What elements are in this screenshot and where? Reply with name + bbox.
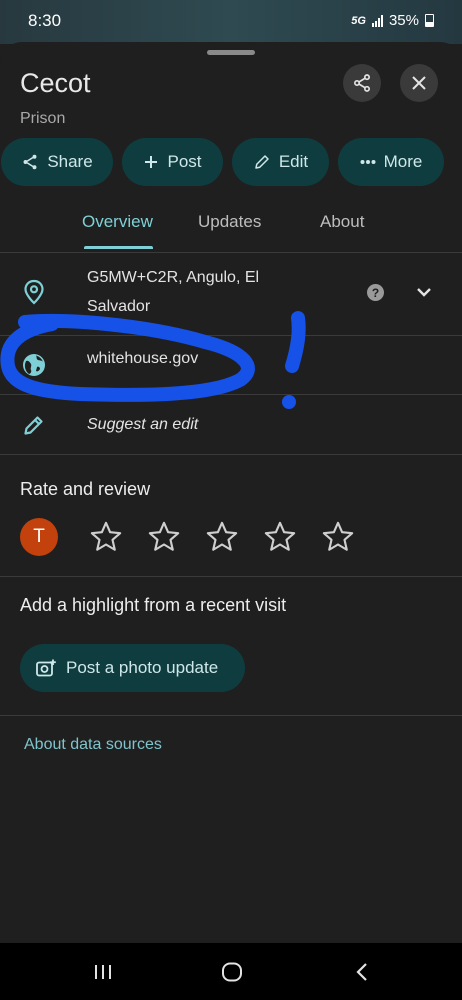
tab-about[interactable]: About (320, 212, 364, 232)
place-category: Prison (20, 110, 66, 127)
chevron-down-icon[interactable] (416, 287, 432, 298)
active-tab-indicator (84, 246, 153, 249)
star-icon[interactable] (89, 520, 123, 554)
divider (0, 715, 462, 716)
status-time: 8:30 (28, 11, 62, 30)
back-icon (356, 963, 367, 981)
tab-overview[interactable]: Overview (82, 212, 153, 232)
post-button[interactable]: Post (122, 138, 223, 186)
website-link[interactable]: whitehouse.gov (87, 344, 198, 373)
address-line-1: G5MW+C2R, Angulo, El (87, 269, 260, 286)
divider (0, 454, 462, 455)
pencil-icon (24, 416, 43, 435)
tab-bar: Overview Updates About (0, 202, 462, 253)
drag-handle[interactable] (207, 50, 255, 55)
battery-icon (425, 14, 434, 27)
globe-icon (23, 354, 45, 376)
share-icon (23, 154, 37, 170)
suggest-edit-text: Suggest an edit (87, 416, 199, 433)
place-title: Cecot (20, 68, 91, 98)
close-button[interactable] (400, 64, 438, 102)
add-photo-icon (36, 659, 56, 677)
share-button-label: Share (47, 152, 93, 171)
avatar[interactable]: T (20, 518, 58, 556)
share-icon (354, 74, 370, 92)
battery-percent: 35% (388, 12, 419, 29)
star-icon[interactable] (147, 520, 181, 554)
post-button-label: Post (167, 152, 202, 171)
recents-icon (95, 965, 111, 979)
plus-icon (145, 156, 158, 168)
tab-updates[interactable]: Updates (198, 212, 261, 232)
status-indicators: 5G 35% (351, 12, 434, 29)
suggest-edit-row[interactable]: Suggest an edit (0, 395, 462, 453)
star-icon[interactable] (321, 520, 355, 554)
website-row[interactable]: whitehouse.gov (0, 336, 462, 394)
address-row[interactable]: G5MW+C2R, Angulo, El Salvador ? (0, 253, 462, 336)
address-line-2: Salvador (87, 298, 151, 315)
edit-button[interactable]: Edit (232, 138, 329, 186)
system-nav-bar (0, 943, 462, 1000)
post-photo-update-label: Post a photo update (66, 658, 219, 677)
back-button[interactable] (347, 957, 377, 987)
divider (0, 576, 462, 577)
home-icon (222, 962, 242, 982)
home-button[interactable] (217, 957, 247, 987)
close-icon (412, 76, 426, 90)
action-chips: Share Post Edit More (1, 138, 462, 186)
pencil-icon (255, 155, 269, 169)
share-header-button[interactable] (343, 64, 381, 102)
post-photo-update-button[interactable]: Post a photo update (20, 644, 245, 692)
status-bar: 8:30 5G 35% (0, 0, 462, 44)
svg-text:?: ? (372, 286, 379, 300)
about-data-sources-link[interactable]: About data sources (24, 736, 162, 754)
recents-button[interactable] (88, 957, 118, 987)
dots-icon (360, 160, 376, 164)
share-button[interactable]: Share (1, 138, 113, 186)
star-icon[interactable] (263, 520, 297, 554)
place-sheet: Cecot Prison Share Post Edit More Overvi… (0, 42, 462, 945)
star-icon[interactable] (205, 520, 239, 554)
more-button[interactable]: More (338, 138, 444, 186)
rate-review-title: Rate and review (20, 479, 151, 499)
more-button-label: More (383, 152, 423, 171)
location-pin-icon (24, 279, 44, 305)
signal-icon (371, 14, 383, 27)
help-icon[interactable]: ? (367, 284, 384, 301)
address-text: G5MW+C2R, Angulo, El Salvador (87, 263, 259, 321)
network-indicator: 5G (351, 14, 366, 27)
edit-button-label: Edit (278, 152, 309, 171)
highlight-title: Add a highlight from a recent visit (20, 595, 287, 615)
